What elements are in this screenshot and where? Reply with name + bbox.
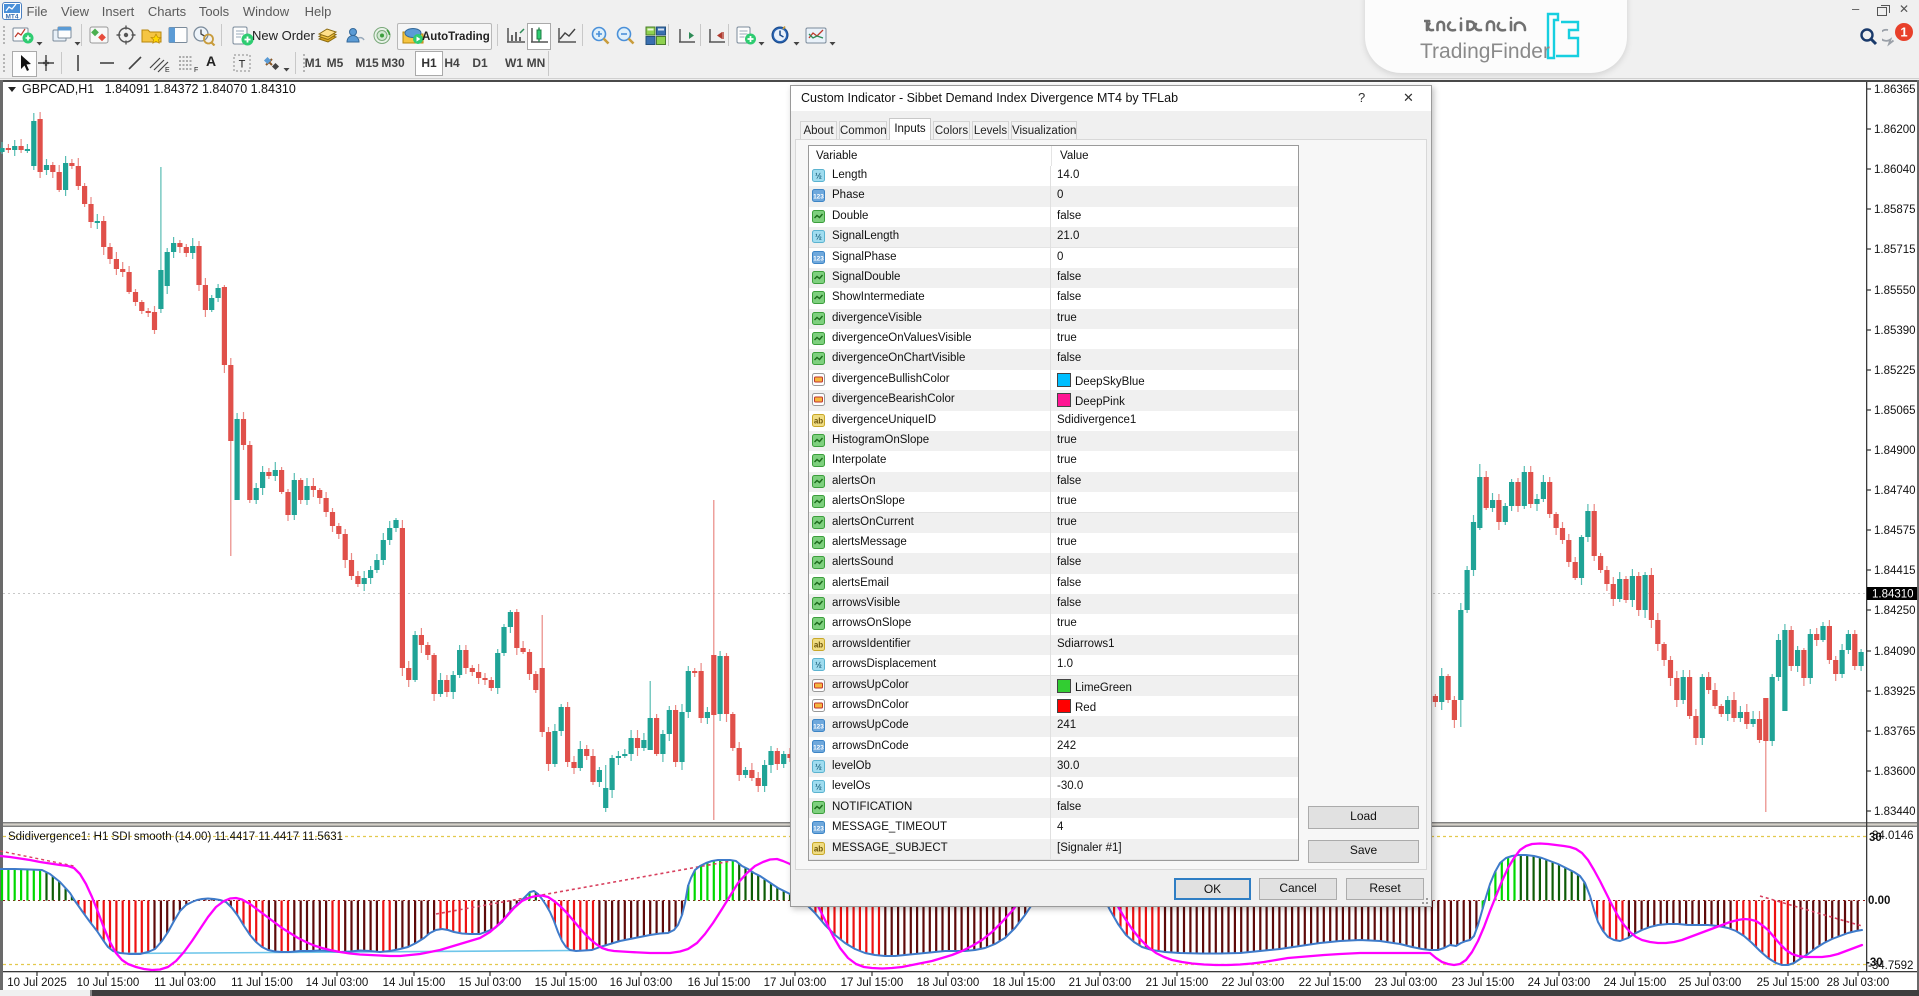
svg-text:10 Jul 2025: 10 Jul 2025 [7, 977, 66, 989]
svg-text:1.84310: 1.84310 [1872, 589, 1914, 601]
svg-text:21 Jul 03:00: 21 Jul 03:00 [1069, 977, 1132, 989]
svg-text:½: ½ [815, 763, 822, 772]
svg-text:1.86040: 1.86040 [1874, 164, 1916, 176]
svg-text:16 Jul 15:00: 16 Jul 15:00 [688, 977, 751, 989]
svg-text:15 Jul 15:00: 15 Jul 15:00 [535, 977, 598, 989]
svg-text:11 Jul 15:00: 11 Jul 15:00 [231, 977, 293, 989]
svg-text:14 Jul 15:00: 14 Jul 15:00 [383, 977, 446, 989]
svg-text:24 Jul 15:00: 24 Jul 15:00 [1604, 977, 1667, 989]
svg-text:18 Jul 03:00: 18 Jul 03:00 [917, 977, 980, 989]
svg-text:23 Jul 03:00: 23 Jul 03:00 [1375, 977, 1438, 989]
svg-text:22 Jul 03:00: 22 Jul 03:00 [1222, 977, 1285, 989]
svg-text:1.83440: 1.83440 [1874, 806, 1916, 818]
svg-text:1.83600: 1.83600 [1874, 766, 1916, 778]
svg-text:1.84415: 1.84415 [1874, 565, 1916, 577]
svg-text:16 Jul 03:00: 16 Jul 03:00 [610, 977, 673, 989]
svg-text:ab: ab [814, 640, 823, 649]
svg-text:24 Jul 03:00: 24 Jul 03:00 [1528, 977, 1591, 989]
svg-text:1.85875: 1.85875 [1874, 204, 1916, 216]
svg-text:17 Jul 15:00: 17 Jul 15:00 [841, 977, 904, 989]
svg-text:½: ½ [815, 233, 822, 242]
svg-text:11 Jul 03:00: 11 Jul 03:00 [154, 977, 216, 989]
svg-text:123: 123 [813, 744, 824, 751]
svg-text:1.84740: 1.84740 [1874, 485, 1916, 497]
svg-text:½: ½ [815, 172, 822, 181]
svg-text:GBPCAD,H1 1.84091 1.84372 1.: GBPCAD,H1 1.84091 1.84372 1.84070 1.8431… [22, 82, 296, 96]
svg-text:123: 123 [813, 194, 824, 201]
svg-text:1.85715: 1.85715 [1874, 244, 1916, 256]
svg-text:25 Jul 03:00: 25 Jul 03:00 [1679, 977, 1742, 989]
svg-text:1.85225: 1.85225 [1874, 365, 1916, 377]
svg-text:½: ½ [815, 661, 822, 670]
svg-text:1.84900: 1.84900 [1874, 445, 1916, 457]
svg-text:22 Jul 15:00: 22 Jul 15:00 [1299, 977, 1362, 989]
svg-text:123: 123 [813, 826, 824, 833]
svg-text:1.86200: 1.86200 [1874, 124, 1916, 136]
svg-text:10 Jul 15:00: 10 Jul 15:00 [77, 977, 140, 989]
svg-text:½: ½ [815, 783, 822, 792]
svg-text:28 Jul 03:00: 28 Jul 03:00 [1827, 977, 1890, 989]
svg-text:14 Jul 03:00: 14 Jul 03:00 [306, 977, 369, 989]
svg-text:23 Jul 15:00: 23 Jul 15:00 [1452, 977, 1515, 989]
svg-text:1.84090: 1.84090 [1874, 646, 1916, 658]
svg-text:-34.7592: -34.7592 [1868, 960, 1913, 972]
svg-text:34.0146: 34.0146 [1872, 830, 1914, 842]
svg-text:1.83765: 1.83765 [1874, 726, 1916, 738]
svg-text:18 Jul 15:00: 18 Jul 15:00 [993, 977, 1056, 989]
svg-text:1: 1 [1900, 25, 1907, 40]
svg-text:Sdidivergence1: H1 SDI smooth: Sdidivergence1: H1 SDI smooth (14.00) 11… [8, 831, 343, 843]
svg-text:15 Jul 03:00: 15 Jul 03:00 [459, 977, 522, 989]
svg-text:1.85065: 1.85065 [1874, 405, 1916, 417]
svg-text:1.85550: 1.85550 [1874, 285, 1916, 297]
svg-text:123: 123 [813, 724, 824, 731]
svg-text:1.86365: 1.86365 [1874, 84, 1916, 96]
svg-text:1.83925: 1.83925 [1874, 686, 1916, 698]
svg-text:ab: ab [814, 844, 823, 853]
svg-text:123: 123 [813, 255, 824, 262]
svg-text:1.85390: 1.85390 [1874, 325, 1916, 337]
svg-text:1.84250: 1.84250 [1874, 605, 1916, 617]
svg-text:17 Jul 03:00: 17 Jul 03:00 [764, 977, 827, 989]
svg-text:21 Jul 15:00: 21 Jul 15:00 [1146, 977, 1209, 989]
svg-text:1.84575: 1.84575 [1874, 525, 1916, 537]
svg-text:ab: ab [814, 416, 823, 425]
svg-text:0.00: 0.00 [1868, 895, 1890, 907]
svg-text:25 Jul 15:00: 25 Jul 15:00 [1757, 977, 1820, 989]
